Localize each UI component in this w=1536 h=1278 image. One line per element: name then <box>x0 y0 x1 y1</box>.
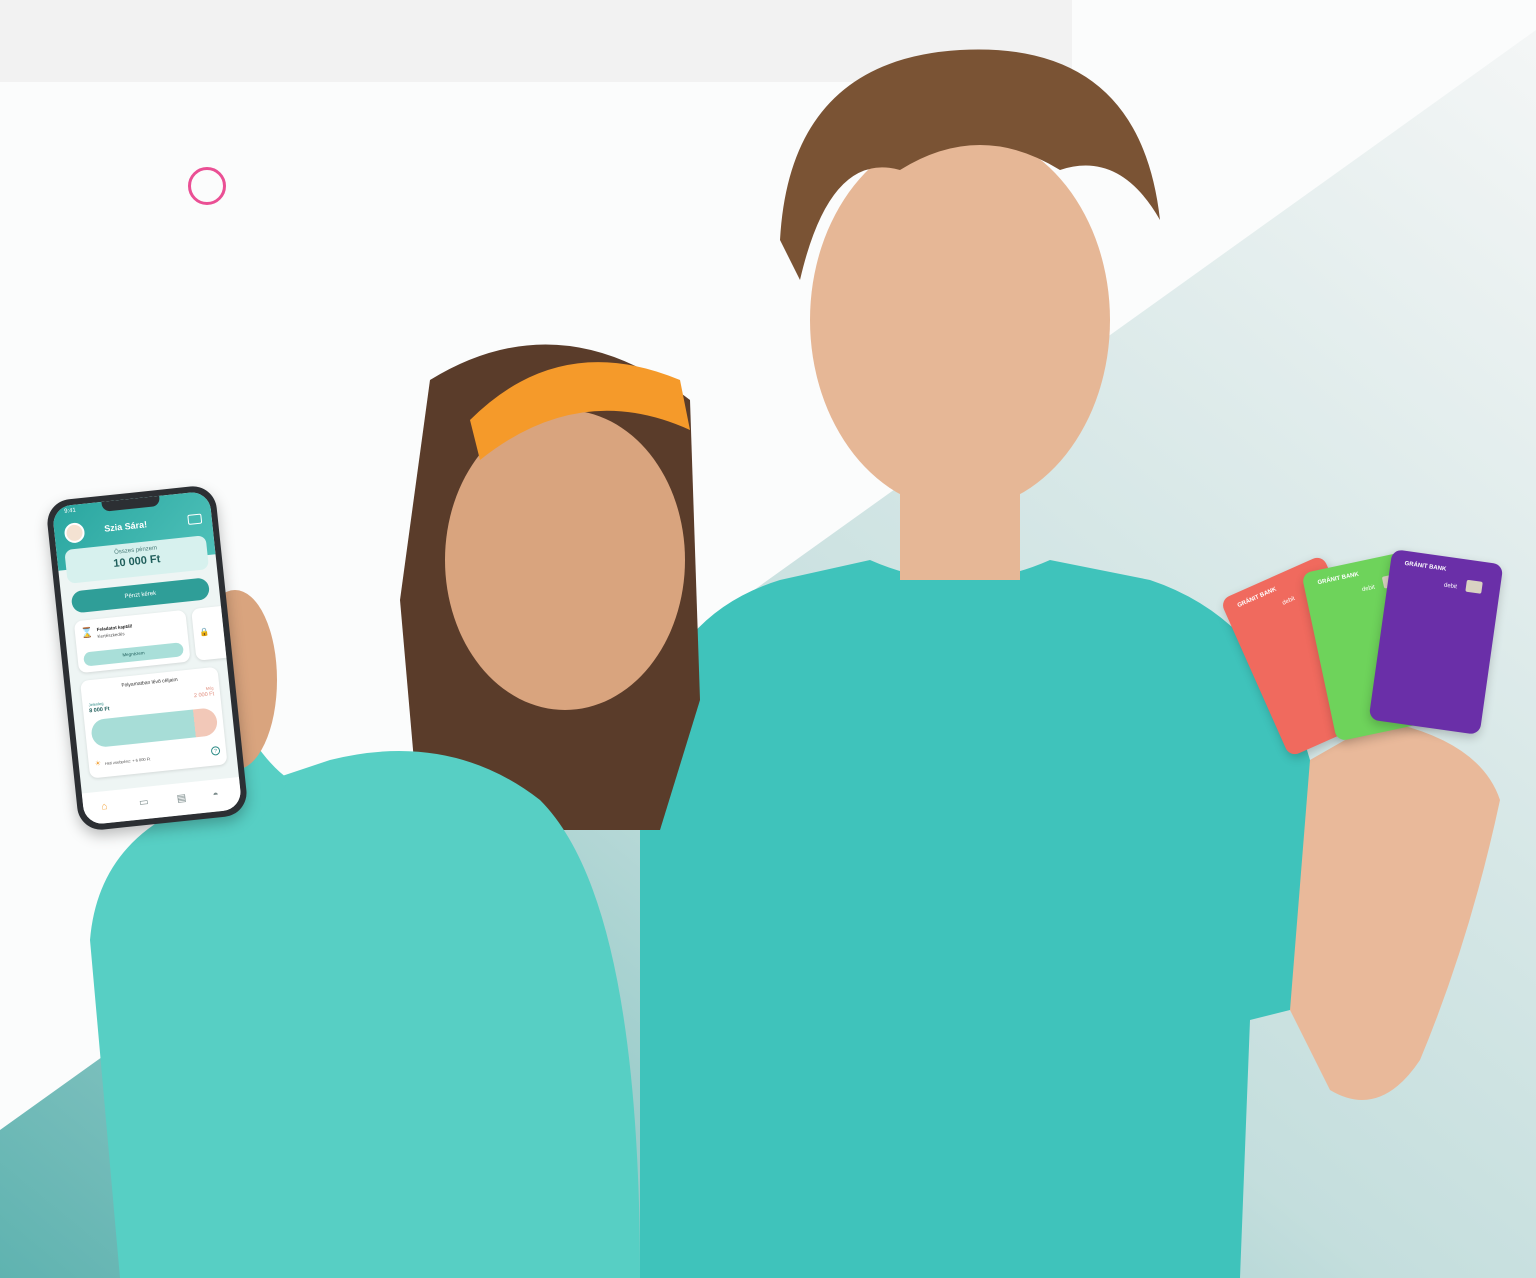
greeting: Szia Sára! <box>103 519 148 534</box>
card-type: debit <box>1281 595 1296 607</box>
card-bank-name: GRÁNIT BANK <box>1404 560 1447 573</box>
goals-card[interactable]: Folyamatban lévő céljaim Jelenleg 8 000 … <box>80 666 228 779</box>
next-task-card[interactable]: 🔒 <box>191 605 227 661</box>
wallet-icon[interactable]: ▤ <box>176 793 187 805</box>
home-icon[interactable]: ⌂ <box>101 801 108 813</box>
ask-money-button[interactable]: Pénzt kérek <box>70 577 211 614</box>
phone-mockup: 9:41 Szia Sára! Összes pénzem 10 000 Ft … <box>45 484 249 832</box>
card-icon[interactable]: ▭ <box>139 797 150 809</box>
task-subtitle: Kertészkedés <box>97 631 125 640</box>
card-bank-name: GRÁNIT BANK <box>1317 571 1360 587</box>
current-value: 8 000 Ft <box>88 706 110 715</box>
piggy-icon[interactable]: ◓ <box>212 789 219 801</box>
savings-progress <box>90 707 219 749</box>
sun-icon: ☀ <box>94 760 102 769</box>
mail-icon[interactable] <box>187 513 203 525</box>
task-card: ⌛ Feladatot kaptál! Kertészkedés Megnéze… <box>73 609 191 674</box>
remaining-label: Még <box>205 685 214 692</box>
hourglass-icon: ⌛ <box>80 627 95 640</box>
card-bank-name: GRÁNIT BANK <box>1236 586 1278 610</box>
card-type: debit <box>1443 582 1458 591</box>
goals-title: Folyamatban lévő céljaim <box>121 676 178 689</box>
remaining-value: 2 000 Ft <box>193 691 215 700</box>
debit-card-purple: GRÁNIT BANK debit <box>1368 549 1504 735</box>
task-title: Feladatot kaptál! <box>96 623 133 633</box>
view-task-button[interactable]: Megnézem <box>83 642 185 667</box>
weekly-allowance: Heti zsebpénz: + 6 000 Ft <box>104 756 151 766</box>
info-icon[interactable]: ? <box>210 745 221 756</box>
card-chip <box>1465 579 1483 594</box>
status-time: 9:41 <box>63 507 77 515</box>
lock-icon: 🔒 <box>199 627 211 638</box>
app-screen: 9:41 Szia Sára! Összes pénzem 10 000 Ft … <box>51 490 243 826</box>
card-type: debit <box>1361 584 1376 594</box>
avatar[interactable] <box>63 521 86 544</box>
